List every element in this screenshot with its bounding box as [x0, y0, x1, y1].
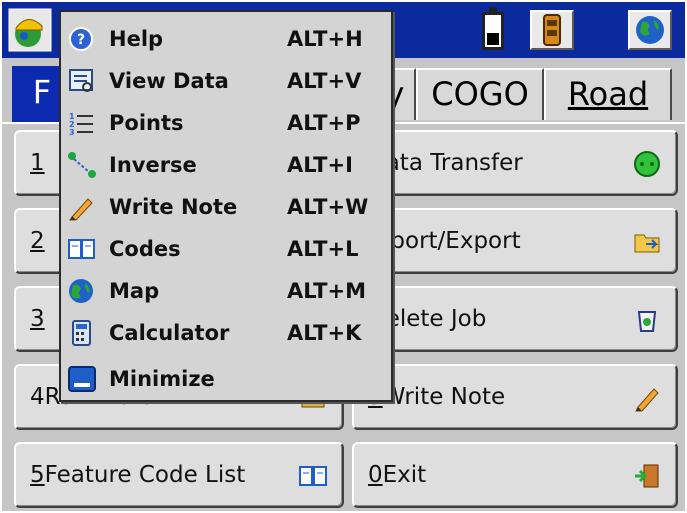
write-note-button[interactable]: 9Write Note — [352, 364, 678, 430]
tab-road[interactable]: Road — [544, 68, 672, 120]
globe-icon[interactable] — [628, 10, 672, 50]
menu-item-help[interactable]: ? Help ALT+H — [61, 18, 391, 60]
exit-door-icon — [632, 461, 662, 491]
button-label: 1 — [30, 150, 45, 176]
app-logo-icon[interactable] — [8, 8, 52, 52]
menu-item-label: Minimize — [109, 367, 215, 391]
tab-label: F — [32, 73, 52, 111]
menu-item-shortcut: ALT+H — [287, 27, 363, 51]
menu-item-view-data[interactable]: View Data ALT+V — [61, 60, 391, 102]
instrument-icon[interactable] — [530, 10, 574, 50]
menu-item-label: Codes — [109, 237, 181, 261]
menu-item-shortcut: ALT+V — [287, 69, 362, 93]
menu-item-label: Help — [109, 27, 164, 51]
menu-item-minimize[interactable]: Minimize — [61, 358, 391, 400]
menu-item-shortcut: ALT+M — [287, 279, 366, 303]
tab-label: Road — [567, 75, 649, 113]
menu-item-calculator[interactable]: Calculator ALT+K — [61, 312, 391, 354]
menu-item-points[interactable]: 123 Points ALT+P — [61, 102, 391, 144]
button-label: Write Note — [382, 384, 506, 410]
recycle-bin-icon — [632, 305, 662, 335]
data-transfer-icon — [632, 149, 662, 179]
menu-item-label: Inverse — [109, 153, 197, 177]
points-list-icon: 123 — [67, 109, 97, 137]
delete-job-button[interactable]: Delete Job — [352, 286, 678, 352]
menu-item-label: Write Note — [109, 195, 238, 219]
menu-item-shortcut: ALT+P — [287, 111, 361, 135]
menu-item-inverse[interactable]: Inverse ALT+I — [61, 144, 391, 186]
data-transfer-button[interactable]: Data Transfer — [352, 130, 678, 196]
button-label: 2 — [30, 228, 45, 254]
minimize-icon — [67, 365, 97, 393]
pencil-icon — [67, 193, 97, 221]
tab-cogo[interactable]: COGO — [416, 68, 544, 120]
book-icon — [67, 235, 97, 263]
calculator-icon — [67, 319, 97, 347]
button-number: 0 — [368, 462, 383, 488]
tab-label: COGO — [431, 75, 529, 113]
button-label: Feature Code List — [44, 462, 246, 488]
exit-button[interactable]: 0 Exit — [352, 442, 678, 508]
menu-item-shortcut: ALT+K — [287, 321, 362, 345]
button-number: 5 — [30, 462, 45, 488]
app-screen: F y COGO Road 1 2 3 4Raw Data 5Feature C… — [2, 2, 685, 511]
globe-icon — [67, 277, 97, 305]
svg-text:3: 3 — [69, 128, 75, 137]
svg-text:?: ? — [77, 32, 85, 48]
menu-item-write-note[interactable]: Write Note ALT+W — [61, 186, 391, 228]
menu-item-codes[interactable]: Codes ALT+L — [61, 228, 391, 270]
inverse-icon — [67, 151, 97, 179]
menu-item-label: Points — [109, 111, 184, 135]
feature-code-list-button[interactable]: 5 Feature Code List — [14, 442, 344, 508]
folder-icon — [632, 227, 662, 257]
menu-item-shortcut: ALT+L — [287, 237, 359, 261]
import-export-button[interactable]: mport/Export — [352, 208, 678, 274]
menu-item-label: Calculator — [109, 321, 230, 345]
menu-item-map[interactable]: Map ALT+M — [61, 270, 391, 312]
button-label: 3 — [30, 306, 45, 332]
help-icon: ? — [67, 25, 97, 53]
popup-menu: ? Help ALT+H View Data ALT+V 123 Points … — [59, 10, 393, 402]
menu-item-label: View Data — [109, 69, 229, 93]
menu-item-label: Map — [109, 279, 160, 303]
pencil-icon — [632, 383, 662, 413]
menu-item-shortcut: ALT+I — [287, 153, 353, 177]
book-icon — [298, 461, 328, 491]
view-data-icon — [67, 67, 97, 95]
menu-item-shortcut: ALT+W — [287, 195, 369, 219]
battery-icon — [482, 7, 504, 50]
button-label: Exit — [382, 462, 427, 488]
